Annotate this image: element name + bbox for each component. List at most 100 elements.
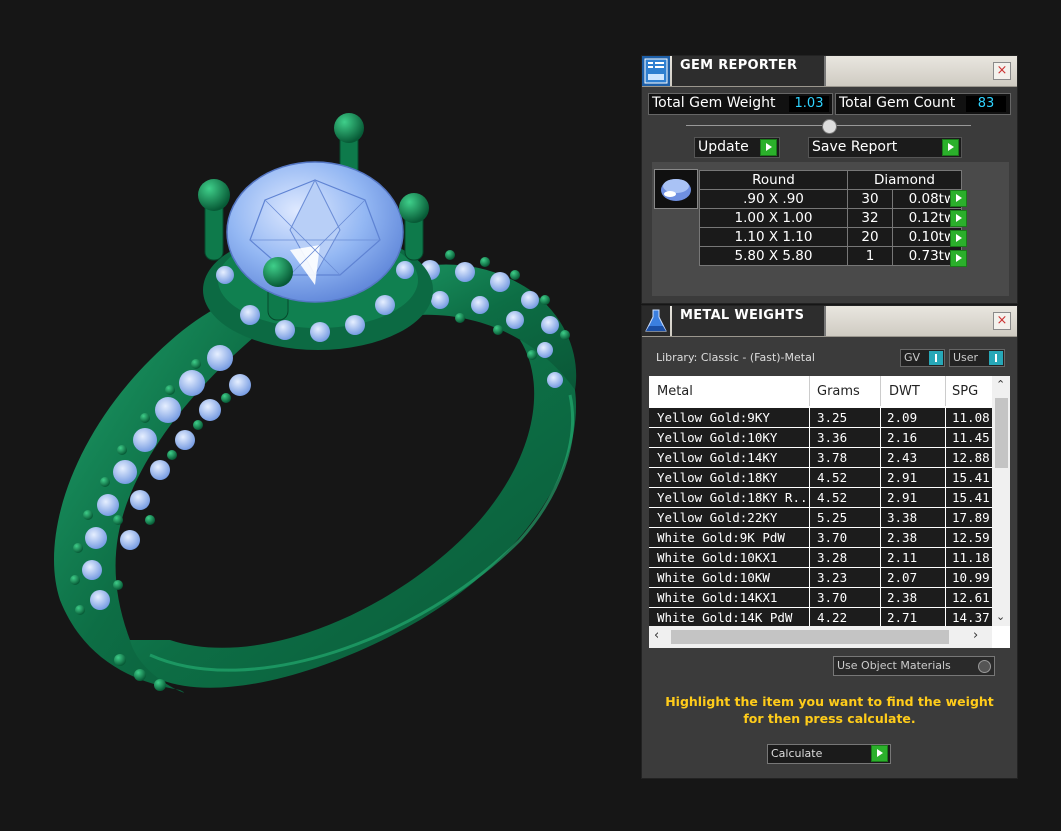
table-row[interactable]: White Gold:14K PdW 4.22 2.71 14.37 (649, 608, 992, 626)
metal-spg: 15.41 (952, 490, 990, 505)
metal-dwt: 2.09 (887, 410, 918, 425)
gem-count: 30 (847, 189, 893, 209)
gem-reporter-titlebar[interactable]: GEM REPORTER × (642, 56, 1017, 87)
table-row[interactable]: Yellow Gold:9KY 3.25 2.09 11.08 (649, 408, 992, 428)
table-row[interactable]: White Gold:14KX1 3.70 2.38 12.61 (649, 588, 992, 608)
metal-dwt: 2.43 (887, 450, 918, 465)
total-gem-weight-label: Total Gem Weight (652, 95, 776, 111)
metal-name: Yellow Gold:14KY (657, 450, 778, 465)
calculate-button[interactable]: Calculate (767, 744, 891, 764)
user-indicator (989, 351, 1003, 365)
metal-name: Yellow Gold:18KY (657, 470, 778, 485)
metal-weights-panel: METAL WEIGHTS × Library: Classic - (Fast… (641, 305, 1018, 779)
save-report-button[interactable]: Save Report (808, 137, 962, 158)
table-row[interactable]: White Gold:10KX1 3.28 2.11 11.18 (649, 548, 992, 568)
metal-spg: 12.88 (952, 450, 990, 465)
metal-grams: 3.23 (817, 570, 848, 585)
update-button[interactable]: Update (694, 137, 780, 158)
metal-name: White Gold:14KX1 (657, 590, 778, 605)
metal-grams: 4.22 (817, 610, 848, 625)
use-object-materials-option[interactable]: Use Object Materials (833, 656, 995, 676)
gem-row-go-icon[interactable] (950, 190, 967, 207)
gem-row[interactable]: 1.10 X 1.10 20 0.10tw (699, 227, 962, 247)
scroll-right-icon[interactable]: › (973, 628, 978, 643)
vertical-scrollbar[interactable]: ⌃ ⌄ (992, 376, 1010, 626)
gem-row[interactable]: 1.00 X 1.00 32 0.12tw (699, 208, 962, 228)
center-stone (226, 161, 404, 303)
col-dwt[interactable]: DWT (889, 384, 920, 399)
save-report-go-icon (942, 139, 959, 156)
calculate-go-icon (871, 745, 888, 762)
metal-dwt: 2.91 (887, 470, 918, 485)
table-row[interactable]: White Gold:10KW 3.23 2.07 10.99 (649, 568, 992, 588)
metal-grams: 3.28 (817, 550, 848, 565)
use-object-materials-label: Use Object Materials (837, 659, 951, 672)
metal-grams: 3.36 (817, 430, 848, 445)
metal-grams: 4.52 (817, 490, 848, 505)
save-report-label: Save Report (812, 139, 898, 155)
metal-dwt: 2.38 (887, 530, 918, 545)
metal-spg: 10.99 (952, 570, 990, 585)
metal-spg: 11.18 (952, 550, 990, 565)
viewport-3d[interactable] (0, 0, 620, 831)
col-metal[interactable]: Metal (657, 384, 693, 399)
vertical-scroll-thumb[interactable] (995, 398, 1008, 468)
metal-table[interactable]: Metal Grams DWT SPG Yellow Gold:9KY 3.25 2… (649, 376, 1010, 648)
gem-reporter-title: GEM REPORTER (680, 58, 798, 73)
metal-name: White Gold:9K PdW (657, 530, 785, 545)
scroll-left-icon[interactable]: ‹ (654, 628, 659, 643)
flask-icon (642, 306, 670, 336)
gem-material-header: Diamond (847, 170, 962, 190)
gem-row[interactable]: 5.80 X 5.80 1 0.73tw (699, 246, 962, 266)
gem-shape-header: Round (699, 170, 848, 190)
metal-grams: 3.25 (817, 410, 848, 425)
metal-name: Yellow Gold:22KY (657, 510, 778, 525)
gv-indicator (929, 351, 943, 365)
user-toggle[interactable]: User (949, 349, 1005, 367)
metal-weights-titlebar[interactable]: METAL WEIGHTS × (642, 306, 1017, 337)
table-row[interactable]: Yellow Gold:10KY 3.36 2.16 11.45 (649, 428, 992, 448)
metal-name: Yellow Gold:18KY R... (657, 490, 809, 505)
update-label: Update (698, 139, 749, 155)
metal-spg: 17.89 (952, 510, 990, 525)
metal-spg: 14.37 (952, 610, 990, 625)
gem-size: 5.80 X 5.80 (699, 246, 848, 266)
use-object-materials-radio[interactable] (978, 660, 991, 673)
update-go-icon (760, 139, 777, 156)
gem-count: 32 (847, 208, 893, 228)
gem-reporter-close-button[interactable]: × (993, 62, 1011, 80)
table-row[interactable]: Yellow Gold:18KY 4.52 2.91 15.41 (649, 468, 992, 488)
metal-grams: 3.78 (817, 450, 848, 465)
metal-name: White Gold:10KX1 (657, 550, 778, 565)
gem-row-go-icon[interactable] (950, 230, 967, 247)
calculate-hint: Highlight the item you want to find the … (665, 694, 994, 726)
calculate-label: Calculate (771, 747, 823, 760)
table-row[interactable]: Yellow Gold:18KY R... 4.52 2.91 15.41 (649, 488, 992, 508)
horizontal-scroll-thumb[interactable] (671, 630, 949, 644)
metal-spg: 11.08 (952, 410, 990, 425)
gem-row-go-icon[interactable] (950, 210, 967, 227)
gv-toggle[interactable]: GV (900, 349, 945, 367)
table-row[interactable]: White Gold:9K PdW 3.70 2.38 12.59 (649, 528, 992, 548)
horizontal-scrollbar[interactable]: ‹ › (649, 626, 992, 648)
metal-dwt: 2.38 (887, 590, 918, 605)
gem-row-go-icon[interactable] (950, 250, 967, 267)
metal-dwt: 2.91 (887, 490, 918, 505)
gem-row[interactable]: .90 X .90 30 0.08tw (699, 189, 962, 209)
total-gem-count-field: Total Gem Count 83 (835, 93, 1011, 115)
col-spg[interactable]: SPG (952, 384, 978, 399)
table-row[interactable]: Yellow Gold:22KY 5.25 3.38 17.89 (649, 508, 992, 528)
slider-handle[interactable] (822, 119, 837, 134)
gem-size: 1.10 X 1.10 (699, 227, 848, 247)
metal-dwt: 2.11 (887, 550, 918, 565)
metal-weights-title: METAL WEIGHTS (680, 308, 805, 323)
table-row[interactable]: Yellow Gold:14KY 3.78 2.43 12.88 (649, 448, 992, 468)
metal-dwt: 2.16 (887, 430, 918, 445)
scroll-up-icon[interactable]: ⌃ (996, 378, 1005, 391)
metal-name: Yellow Gold:10KY (657, 430, 778, 445)
metal-weights-close-button[interactable]: × (993, 312, 1011, 330)
scroll-down-icon[interactable]: ⌄ (996, 610, 1005, 623)
col-grams[interactable]: Grams (817, 384, 860, 399)
metal-grams: 3.70 (817, 530, 848, 545)
gv-label: GV (904, 351, 921, 364)
